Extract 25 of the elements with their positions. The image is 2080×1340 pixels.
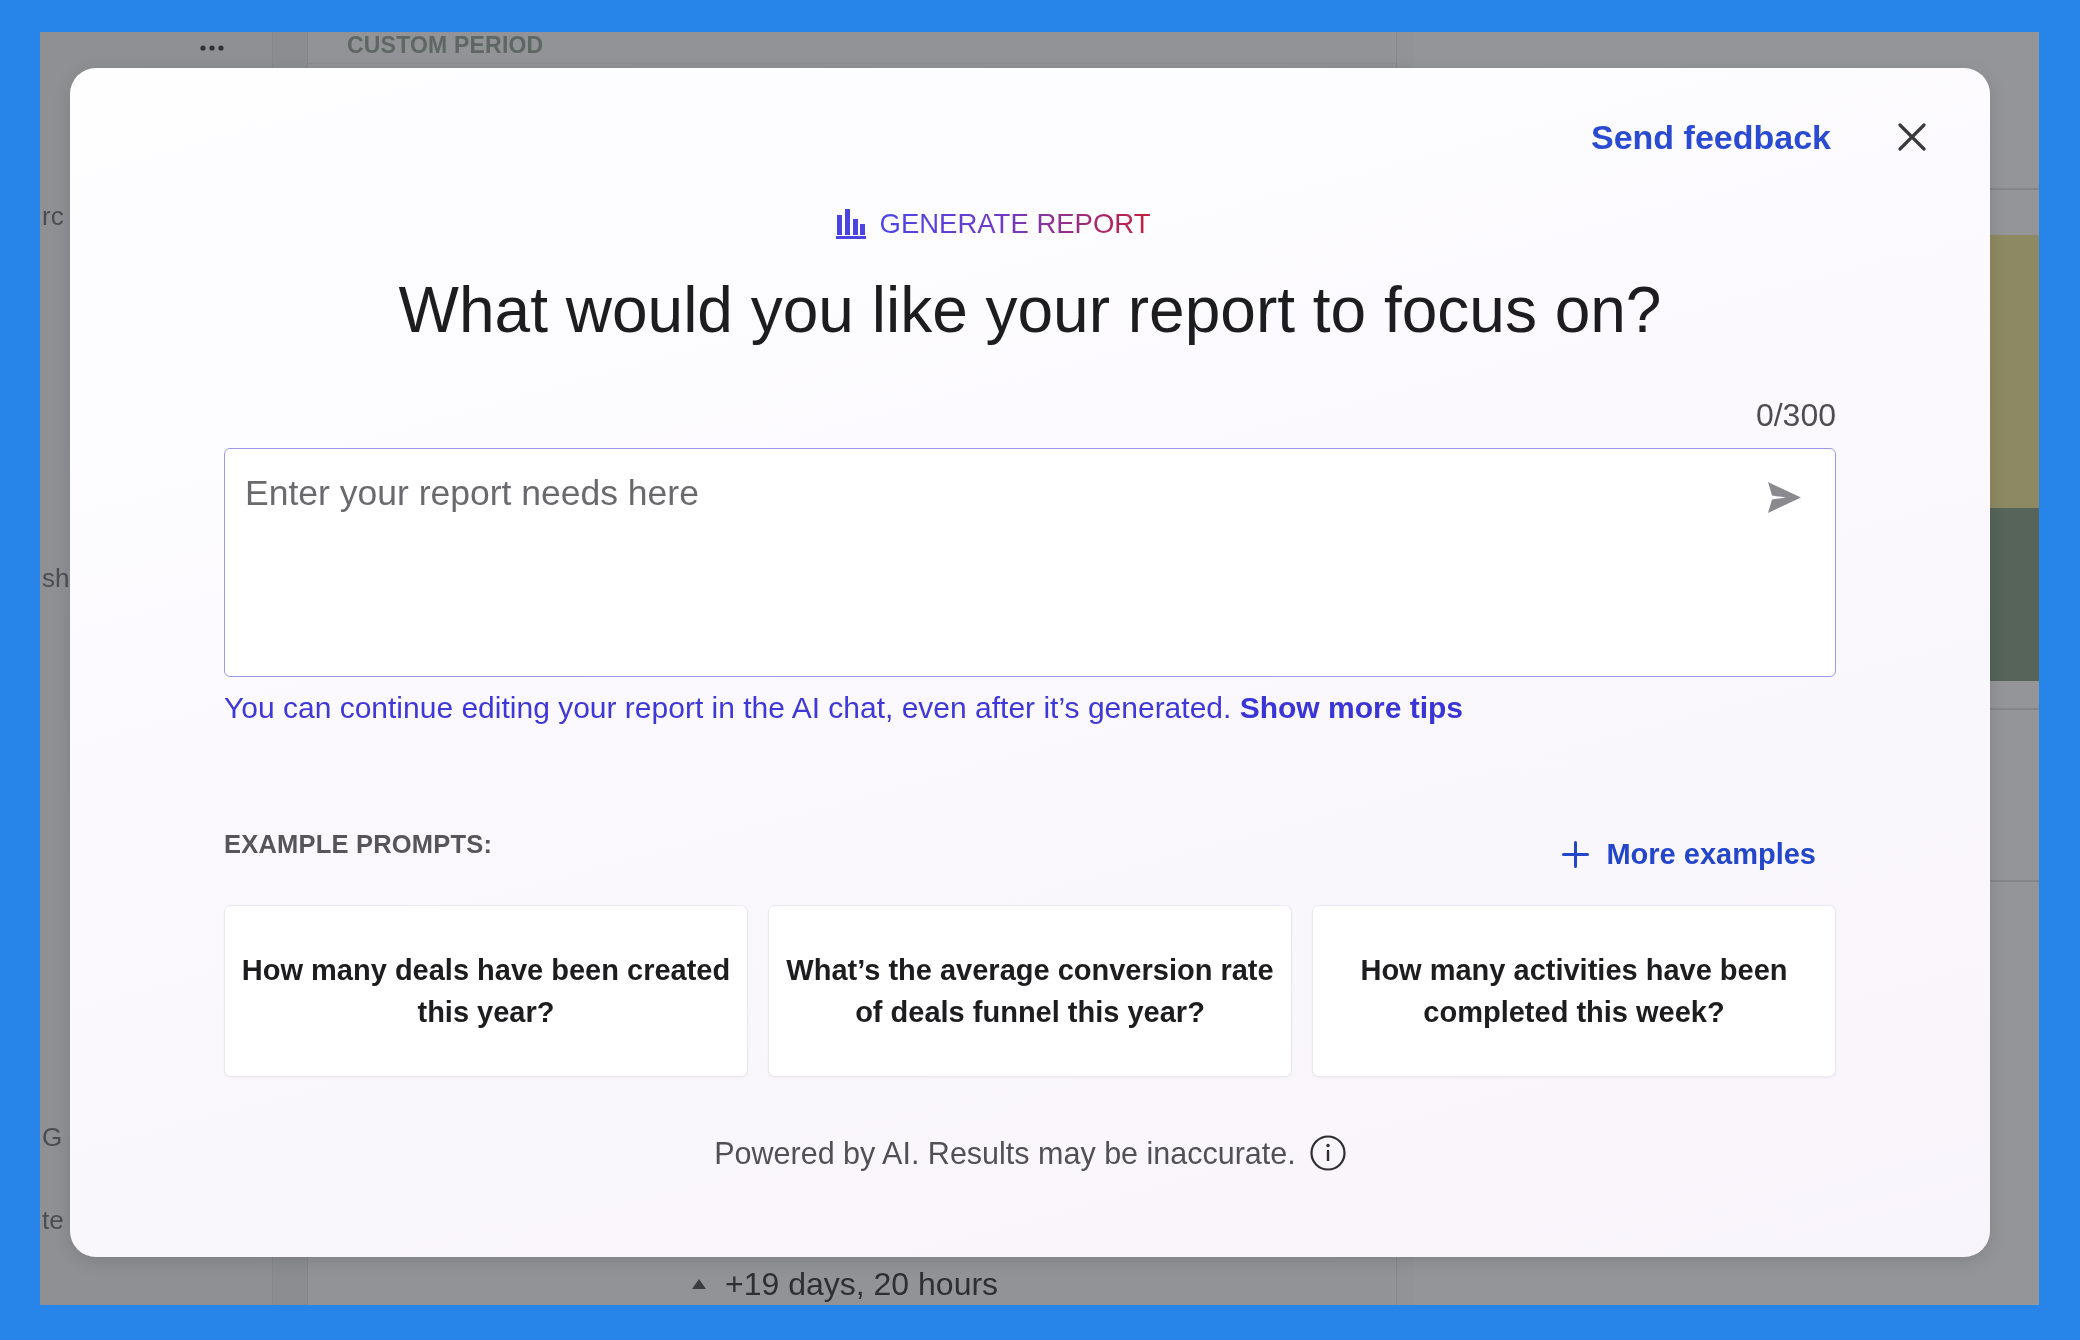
tip-text: You can continue editing your report in the AI chat, even after it’s generated. Show more tips	[224, 691, 1465, 725]
sidebar-text: sh	[41, 563, 70, 593]
send-feedback-link[interactable]: Send feedback	[1591, 117, 1831, 157]
plus-icon	[1562, 840, 1590, 868]
report-input[interactable]: Enter your report needs here	[224, 448, 1836, 677]
example-prompt-card[interactable]: How many activities have been completed this week?	[1312, 905, 1836, 1077]
example-prompt-card[interactable]: How many deals have been created this year?	[224, 905, 748, 1077]
sidebar-text: rc	[41, 201, 64, 231]
info-icon[interactable]	[1309, 1135, 1346, 1171]
example-prompts-label: EXAMPLE PROMPTS:	[224, 829, 493, 859]
sidebar-text: te	[41, 1205, 64, 1235]
close-button[interactable]	[1898, 123, 1926, 151]
close-icon	[1898, 123, 1926, 151]
sidebar-text: G	[41, 1122, 63, 1152]
example-prompt-card[interactable]: What’s the average conversion rate of deals funnel this year?	[768, 905, 1292, 1077]
duration-text: +19 days, 20 hours	[725, 1266, 999, 1302]
show-more-tips-link[interactable]: Show more tips	[1239, 691, 1464, 724]
disclaimer-text: Powered by AI. Results may be inaccurate.	[714, 1135, 1296, 1171]
more-examples-button[interactable]: More examples	[1562, 834, 1816, 874]
character-counter: 0/300	[1755, 397, 1836, 433]
more-icon[interactable]	[200, 45, 224, 51]
caret-up-icon	[692, 1279, 706, 1289]
dialog-title: What would you like your report to focus on?	[397, 273, 1663, 347]
bar-chart-icon	[835, 209, 866, 239]
send-icon	[1768, 482, 1801, 513]
